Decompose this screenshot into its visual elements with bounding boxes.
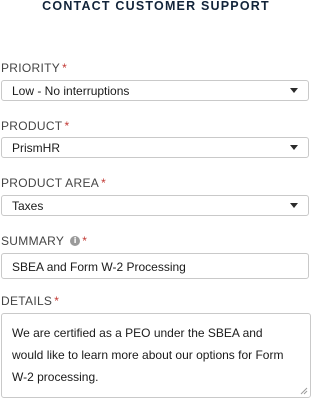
priority-select[interactable]: Low - No interruptions [1,80,309,101]
priority-select-value: Low - No interruptions [12,84,130,98]
product-select-value: PrismHR [12,141,60,155]
summary-label-text: SUMMARY [1,234,65,248]
priority-label-text: PRIORITY [1,61,61,75]
product-label-text: PRODUCT [1,119,63,133]
chevron-down-icon [290,88,298,93]
required-marker: * [101,176,107,190]
product-area-label-text: PRODUCT AREA [1,176,100,190]
required-marker: * [62,61,68,75]
info-icon[interactable]: i [70,236,81,246]
product-area-select[interactable]: Taxes [1,195,309,216]
details-label-text: DETAILS [1,294,53,308]
product-label: PRODUCT * [1,119,69,133]
details-label: DETAILS * [1,294,59,308]
priority-label: PRIORITY * [1,61,67,75]
resize-grip-icon[interactable] [300,387,308,395]
product-area-label: PRODUCT AREA * [1,176,106,190]
details-textarea[interactable]: We are certified as a PEO under the SBEA… [1,313,311,398]
summary-label: SUMMARY i * [1,234,87,248]
details-textarea-value: We are certified as a PEO under the SBEA… [12,326,284,384]
summary-input[interactable]: SBEA and Form W-2 Processing [1,253,309,279]
required-marker: * [54,294,60,308]
chevron-down-icon [290,145,298,150]
page-title: CONTACT CUSTOMER SUPPORT [42,0,270,13]
product-area-select-value: Taxes [12,199,44,213]
product-select[interactable]: PrismHR [1,137,309,158]
summary-input-value: SBEA and Form W-2 Processing [12,260,186,274]
required-marker: * [64,119,70,133]
required-marker: * [82,234,88,248]
chevron-down-icon [290,203,298,208]
